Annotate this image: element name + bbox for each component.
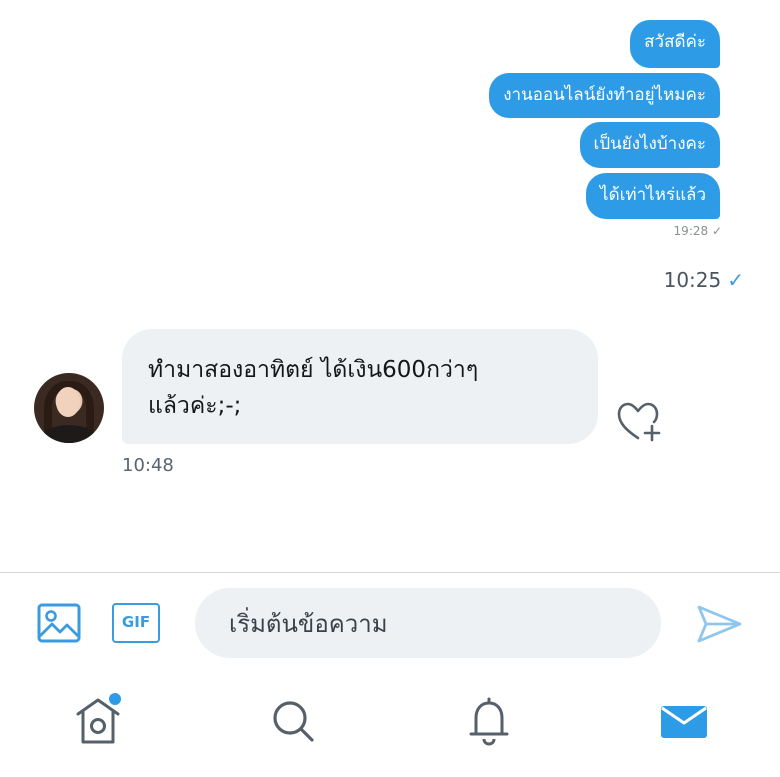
composer-divider bbox=[0, 572, 780, 573]
notification-dot bbox=[109, 693, 121, 705]
message-text: เป็นยังไงบ้างคะ bbox=[593, 134, 706, 154]
message-text: งานออนไลน์ยังทำอยู่ไหมคะ bbox=[503, 85, 706, 105]
notifications-icon[interactable] bbox=[459, 690, 519, 750]
message-composer[interactable] bbox=[195, 588, 661, 660]
send-icon[interactable] bbox=[694, 602, 744, 646]
heart-plus-icon[interactable] bbox=[614, 399, 666, 443]
search-icon[interactable] bbox=[263, 690, 323, 750]
message-timestamp: 10:25 ✓ bbox=[664, 268, 744, 292]
received-timestamp: 10:48 bbox=[122, 455, 174, 476]
sent-message-4[interactable]: ได้เท่าไหร่แล้ว bbox=[586, 173, 720, 219]
sent-message-1[interactable]: สวัสดีค่ะ bbox=[630, 20, 720, 68]
gif-label: GIF bbox=[121, 613, 151, 631]
gif-button[interactable]: GIF bbox=[112, 603, 160, 643]
message-text: สวัสดีค่ะ bbox=[644, 32, 706, 52]
sent-message-timestamp: 19:28 ✓ bbox=[673, 224, 722, 238]
message-line: แล้วค่ะ;-; bbox=[148, 393, 242, 419]
messages-icon[interactable] bbox=[654, 690, 714, 750]
avatar[interactable] bbox=[34, 373, 104, 443]
received-message[interactable]: ทำมาสองอาทิตย์ ได้เงิน600กว่าๆ แล้วค่ะ;-… bbox=[122, 329, 598, 444]
sent-message-2[interactable]: งานออนไลน์ยังทำอยู่ไหมคะ bbox=[489, 73, 720, 118]
message-text: ได้เท่าไหร่แล้ว bbox=[600, 185, 706, 205]
sent-message-3[interactable]: เป็นยังไงบ้างคะ bbox=[579, 122, 720, 168]
read-check-icon: ✓ bbox=[727, 268, 744, 292]
message-line: ทำมาสองอาทิตย์ ได้เงิน600กว่าๆ bbox=[148, 357, 479, 383]
image-icon[interactable] bbox=[36, 602, 82, 644]
message-input[interactable] bbox=[227, 588, 631, 660]
timestamp-text: 10:25 bbox=[663, 268, 722, 292]
